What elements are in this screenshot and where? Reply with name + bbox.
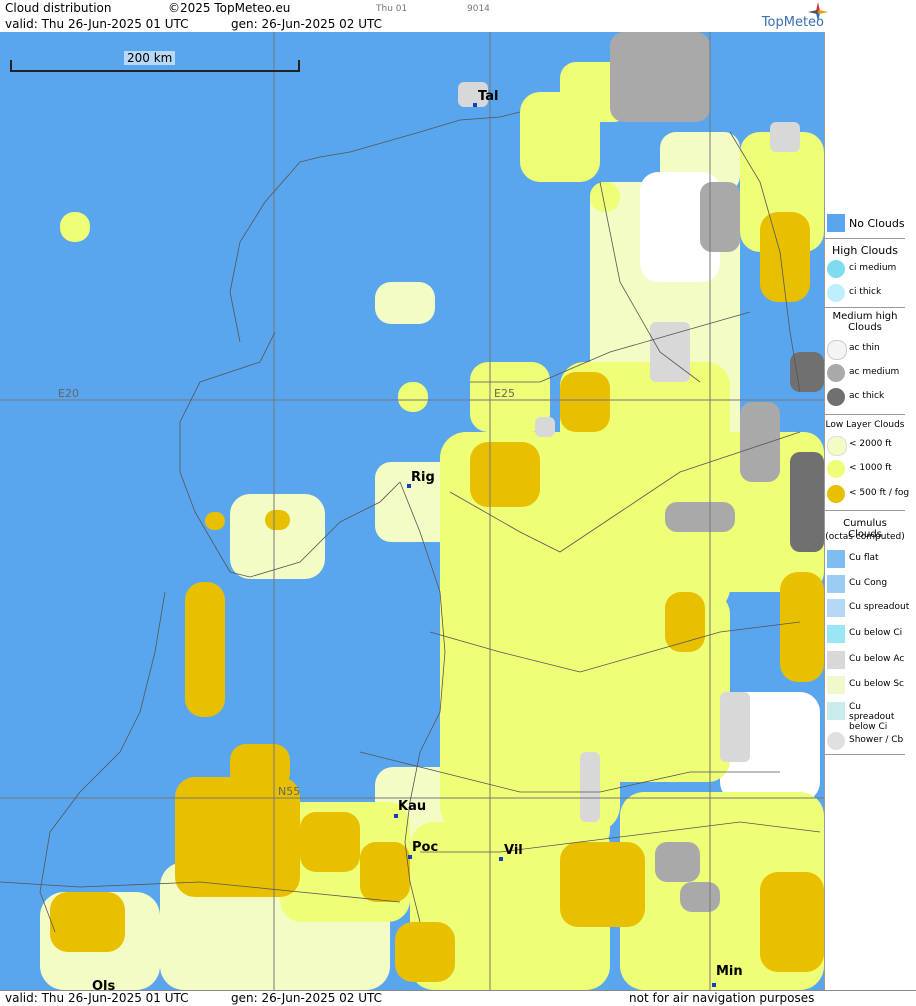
copyright: ©2025 TopMeteo.eu	[168, 1, 291, 15]
legend-cu-subtitle: (octas computed)	[825, 532, 905, 542]
ac-thin-swatch	[827, 340, 847, 360]
ci-thick-swatch	[827, 284, 845, 302]
legend-cu-cong: Cu Cong	[825, 573, 905, 595]
cu-cong-label: Cu Cong	[849, 578, 888, 588]
legend-low-2000: < 2000 ft	[825, 434, 905, 456]
valid-time: valid: Thu 26-Jun-2025 01 UTC	[5, 17, 189, 31]
city-marker	[394, 814, 398, 818]
legend-ci-medium: ci medium	[825, 258, 905, 280]
grid-label-n55: N55	[278, 785, 301, 798]
legend-low-500: < 500 ft / fog	[825, 483, 909, 505]
ac-medium-label: ac medium	[849, 367, 900, 377]
cu-below-ci-label: Cu below Ci	[849, 628, 903, 638]
legend-low-title: Low Layer Clouds	[825, 420, 905, 430]
legend-medium-title: Medium high Clouds	[832, 311, 898, 333]
cu-spreadout-below-ci-label: Cu spreadout below Ci	[849, 702, 895, 732]
cu-below-sc-label: Cu below Sc	[849, 679, 904, 689]
no-clouds-label: No Clouds	[849, 217, 905, 230]
ac-thick-label: ac thick	[849, 391, 885, 401]
legend-shower-cb: Shower / Cb	[825, 730, 905, 752]
cu-spreadout-label: Cu spreadout	[849, 602, 910, 612]
city-marker	[499, 857, 503, 861]
cu-flat-swatch	[827, 550, 845, 568]
legend-divider	[825, 754, 905, 755]
compass-icon	[808, 2, 828, 22]
low-1000-swatch	[827, 460, 845, 478]
generated-time: gen: 26-Jun-2025 02 UTC	[231, 17, 383, 31]
cloud-map[interactable]: 200 km E20 E25 N55 Tal Rig Kau Poc Vil O…	[0, 32, 824, 990]
cu-below-ac-swatch	[827, 651, 845, 669]
shower-cb-swatch	[827, 732, 845, 750]
legend-divider	[825, 414, 905, 415]
legend-divider	[825, 510, 905, 511]
grid-label-e20: E20	[58, 387, 79, 400]
cu-cong-swatch	[827, 575, 845, 593]
low-2000-swatch	[827, 436, 847, 456]
legend-cu-below-ac: Cu below Ac	[825, 649, 905, 671]
city-label-poc: Poc	[412, 840, 439, 855]
ac-thick-swatch	[827, 388, 845, 406]
shower-cb-label: Shower / Cb	[849, 735, 904, 745]
ac-thin-label: ac thin	[849, 343, 880, 353]
city-marker	[712, 983, 716, 987]
footer: valid: Thu 26-Jun-2025 01 UTC gen: 26-Ju…	[0, 990, 916, 1006]
legend-cu-flat: Cu flat	[825, 548, 905, 570]
legend-ac-thin: ac thin	[825, 338, 905, 360]
low-500-label: < 500 ft / fog	[849, 488, 910, 498]
city-label-vil: Vil	[504, 843, 523, 858]
map-title: Cloud distribution	[5, 1, 112, 15]
code-label: 9014	[467, 4, 490, 14]
legend-low-1000: < 1000 ft	[825, 458, 905, 480]
legend-ci-thick: ci thick	[825, 282, 905, 304]
grid-label-e25: E25	[494, 387, 515, 400]
legend-cu-below-ci: Cu below Ci	[825, 623, 905, 645]
city-marker	[408, 855, 412, 859]
footer-valid-time: valid: Thu 26-Jun-2025 01 UTC	[5, 991, 189, 1005]
cu-spreadout-swatch	[827, 599, 845, 617]
legend-high-title: High Clouds	[832, 244, 898, 257]
cu-flat-label: Cu flat	[849, 553, 879, 563]
legend-divider	[825, 238, 905, 239]
city-label-tal: Tal	[478, 89, 499, 104]
city-label-min: Min	[716, 964, 743, 979]
city-marker	[473, 103, 477, 107]
run-label: Thu 01	[376, 4, 408, 14]
scale-label: 200 km	[124, 51, 176, 65]
legend-cu-spreadout-below-ci: Cu spreadout below Ci	[825, 700, 905, 732]
legend-cu-below-sc: Cu below Sc	[825, 674, 905, 696]
city-label-rig: Rig	[411, 470, 435, 485]
cu-below-ac-label: Cu below Ac	[849, 654, 905, 664]
legend-ac-medium: ac medium	[825, 362, 905, 384]
footer-disclaimer: not for air navigation purposes	[629, 991, 815, 1005]
cu-below-sc-swatch	[827, 676, 845, 694]
legend-no-clouds: No Clouds	[825, 212, 905, 234]
legend-cu-spreadout: Cu spreadout	[825, 597, 909, 619]
cu-spreadout-below-ci-swatch	[827, 702, 845, 720]
ac-medium-swatch	[827, 364, 845, 382]
low-500-swatch	[827, 485, 845, 503]
legend-ac-thick: ac thick	[825, 386, 905, 408]
no-clouds-swatch	[827, 214, 845, 232]
ci-medium-swatch	[827, 260, 845, 278]
footer-generated-time: gen: 26-Jun-2025 02 UTC	[231, 991, 383, 1005]
low-1000-label: < 1000 ft	[849, 463, 892, 473]
header: Cloud distribution ©2025 TopMeteo.eu Thu…	[0, 0, 916, 33]
city-label-kau: Kau	[398, 799, 427, 814]
low-2000-label: < 2000 ft	[849, 439, 892, 449]
city-label-ols: Ols	[92, 979, 116, 990]
ci-medium-label: ci medium	[849, 263, 897, 273]
ci-thick-label: ci thick	[849, 287, 882, 297]
legend-panel: No Clouds High Clouds ci medium ci thick…	[824, 32, 916, 990]
cu-below-ci-swatch	[827, 625, 845, 643]
legend-divider	[825, 307, 905, 308]
